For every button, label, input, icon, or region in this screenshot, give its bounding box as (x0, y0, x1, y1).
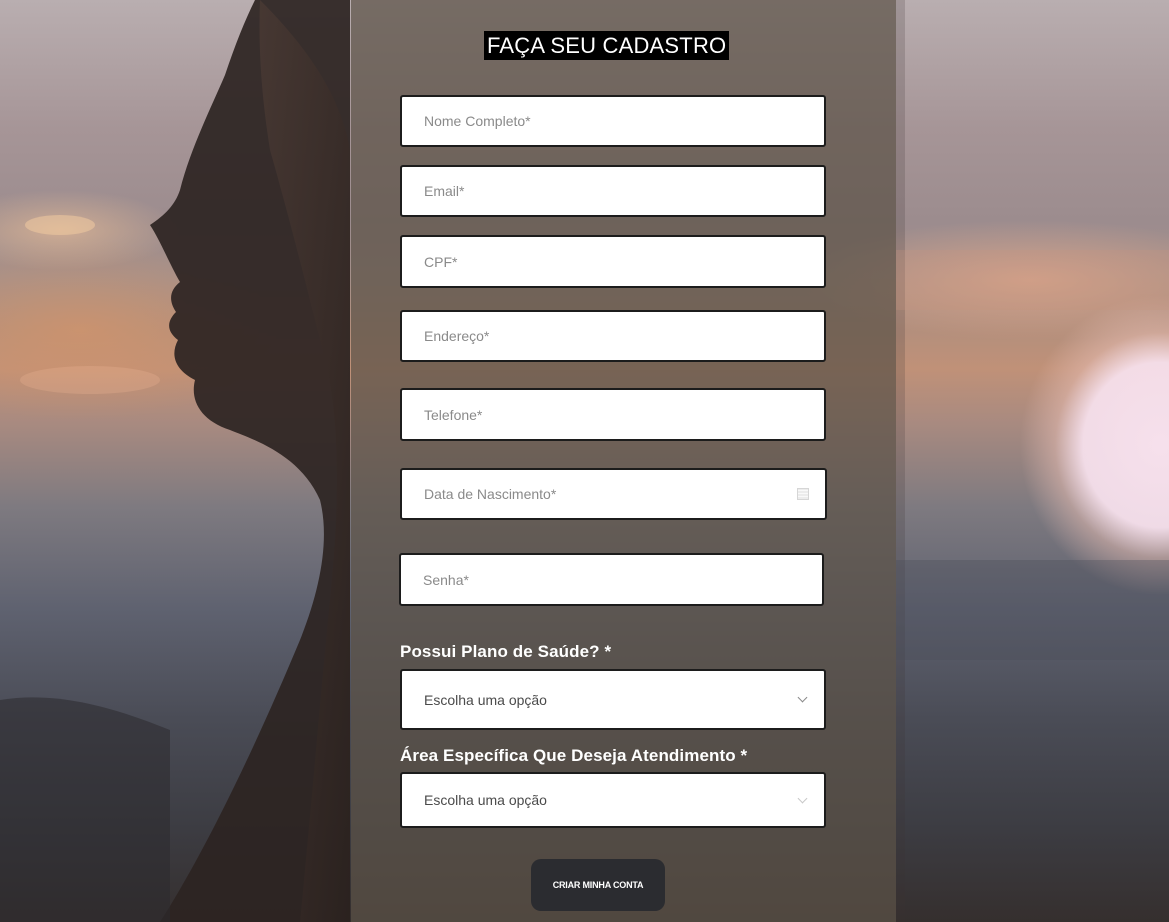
health-plan-select-value: Escolha uma opção (424, 691, 547, 708)
address-field[interactable] (400, 310, 826, 362)
phone-input[interactable] (424, 390, 808, 439)
birthdate-input[interactable] (424, 470, 797, 518)
specialty-area-label: Área Específica Que Deseja Atendimento * (400, 746, 748, 765)
cpf-field[interactable] (400, 235, 826, 288)
password-input[interactable] (423, 555, 806, 604)
phone-field[interactable] (400, 388, 826, 441)
specialty-area-select-value: Escolha uma opção (424, 792, 547, 808)
page-title: FAÇA SEU CADASTRO (484, 31, 730, 60)
health-plan-label: Possui Plano de Saúde? * (400, 642, 612, 661)
address-input[interactable] (424, 312, 808, 360)
cpf-input[interactable] (424, 237, 808, 286)
full-name-input[interactable] (424, 97, 808, 145)
email-input[interactable] (424, 167, 808, 215)
specialty-area-select[interactable]: Escolha uma opção (400, 772, 826, 828)
email-field[interactable] (400, 165, 826, 217)
chevron-down-icon (797, 692, 808, 703)
calendar-icon[interactable] (797, 488, 809, 500)
create-account-button[interactable]: CRIAR MINHA CONTA (531, 859, 665, 911)
chevron-down-icon (797, 793, 808, 803)
birthdate-field[interactable] (400, 468, 827, 520)
signup-page: FAÇA SEU CADASTRO Possui Plano de Saúde?… (0, 0, 1169, 922)
password-field[interactable] (399, 553, 824, 606)
health-plan-select[interactable]: Escolha uma opção (400, 669, 826, 730)
full-name-field[interactable] (400, 95, 826, 147)
